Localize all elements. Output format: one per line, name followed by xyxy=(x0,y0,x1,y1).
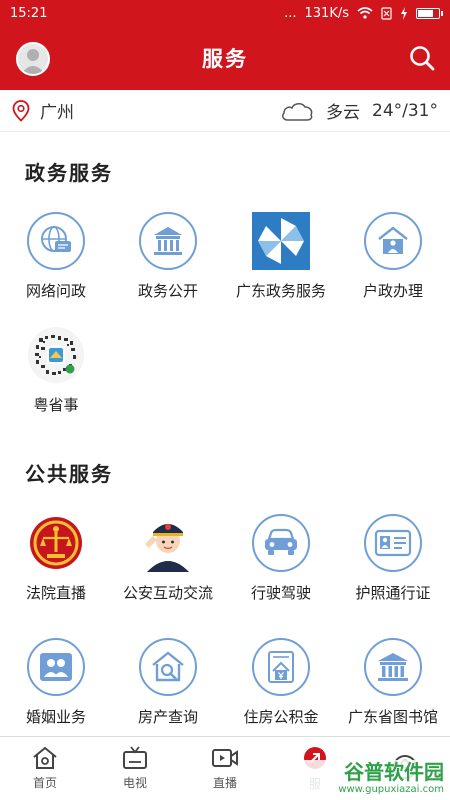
grid-item-label: 政务公开 xyxy=(137,282,198,300)
avatar-person-icon xyxy=(21,49,45,74)
weather-info: 多云 24°/31° xyxy=(280,98,438,123)
watermark-url: www.gupuxiazai.com xyxy=(338,784,444,795)
watermark-brand: 谷普软件园 xyxy=(344,760,444,784)
wifi-icon xyxy=(357,7,373,19)
live-video-icon xyxy=(212,749,238,767)
status-bar: 15:21 ... 131K/s xyxy=(0,0,450,26)
tab-tv[interactable]: 电视 xyxy=(90,737,180,800)
grid-item-label: 网络问政 xyxy=(25,282,86,300)
tab-label: 首页 xyxy=(32,776,57,790)
section-title-gov: 政务服务 xyxy=(25,161,113,185)
id-card-icon xyxy=(364,514,422,572)
grid-item-housing-fund[interactable]: 住房公积金 xyxy=(225,638,337,738)
status-dots: ... xyxy=(284,5,297,21)
section-title-public: 公共服务 xyxy=(25,462,113,486)
car-icon xyxy=(252,514,310,572)
grid-item-label: 公安互动交流 xyxy=(122,584,213,602)
grid-item-label: 婚姻业务 xyxy=(25,708,86,726)
battery-icon xyxy=(416,7,443,19)
house-search-icon xyxy=(139,638,197,696)
grid-item-yue-sheng-shi[interactable]: 粤省事 xyxy=(0,326,112,426)
location-bar[interactable]: 广州 多云 24°/31° xyxy=(0,90,450,132)
grid-item-gov-disclosure[interactable]: 政务公开 xyxy=(112,212,224,312)
housing-fund-icon xyxy=(252,638,310,696)
grid-item-passport-permit[interactable]: 护照通行证 xyxy=(337,514,449,614)
tab-home[interactable]: 首页 xyxy=(0,737,90,800)
grid-item-online-inquiry[interactable]: 网络问政 xyxy=(0,212,112,312)
temperature: 24°/31° xyxy=(372,100,438,121)
court-emblem-icon xyxy=(27,514,85,572)
tab-label: 直播 xyxy=(212,776,237,790)
grid-item-driving[interactable]: 行驶驾驶 xyxy=(225,514,337,614)
search-icon[interactable] xyxy=(408,44,436,72)
grid-item-label: 房产查询 xyxy=(137,708,198,726)
grid-item-label: 住房公积金 xyxy=(243,708,319,726)
charging-icon xyxy=(401,6,407,20)
user-avatar[interactable] xyxy=(16,42,50,76)
guangdong-gov-logo-icon xyxy=(252,212,310,270)
tab-live[interactable]: 直播 xyxy=(180,737,270,800)
couple-photo-icon xyxy=(27,638,85,696)
police-officer-icon xyxy=(139,514,197,572)
status-time: 15:21 xyxy=(10,5,48,21)
grid-item-label: 广东省图书馆 xyxy=(347,708,438,726)
city-name: 广州 xyxy=(40,103,74,123)
home-icon xyxy=(33,746,57,769)
grid-item-label: 法院直播 xyxy=(25,584,86,602)
watermark: 谷普软件园 www.gupuxiazai.com xyxy=(300,760,450,800)
grid-item-label: 行驶驾驶 xyxy=(250,584,311,602)
grid-item-police-interaction[interactable]: 公安互动交流 xyxy=(112,514,224,614)
qr-code-icon xyxy=(27,326,85,384)
tab-label: 电视 xyxy=(122,776,147,790)
grid-item-marriage[interactable]: 婚姻业务 xyxy=(0,638,112,738)
weather-text: 多云 xyxy=(326,103,360,123)
no-sim-icon xyxy=(381,6,392,20)
grid-item-property-query[interactable]: 房产查询 xyxy=(112,638,224,738)
grid-item-court-live[interactable]: 法院直播 xyxy=(0,514,112,614)
grid-item-label: 广东政务服务 xyxy=(235,282,326,300)
network-speed: 131K/s xyxy=(304,5,350,21)
grid-item-guangdong-library[interactable]: 广东省图书馆 xyxy=(337,638,449,738)
grid-item-label: 粤省事 xyxy=(33,396,79,414)
app-bar: 服务 xyxy=(0,26,450,90)
location-pin-icon xyxy=(12,99,30,122)
library-building-icon xyxy=(364,638,422,696)
grid-item-label: 护照通行证 xyxy=(355,584,431,602)
grid-item-label: 户政办理 xyxy=(362,282,423,300)
cloud-icon xyxy=(282,102,313,121)
grid-item-guangdong-gov-service[interactable]: 广东政务服务 xyxy=(225,212,337,312)
government-building-icon xyxy=(139,212,197,270)
household-person-icon xyxy=(364,212,422,270)
tv-icon xyxy=(123,746,147,769)
grid-item-household-affairs[interactable]: 户政办理 xyxy=(337,212,449,312)
page-title: 服务 xyxy=(202,47,248,71)
chat-globe-icon xyxy=(27,212,85,270)
